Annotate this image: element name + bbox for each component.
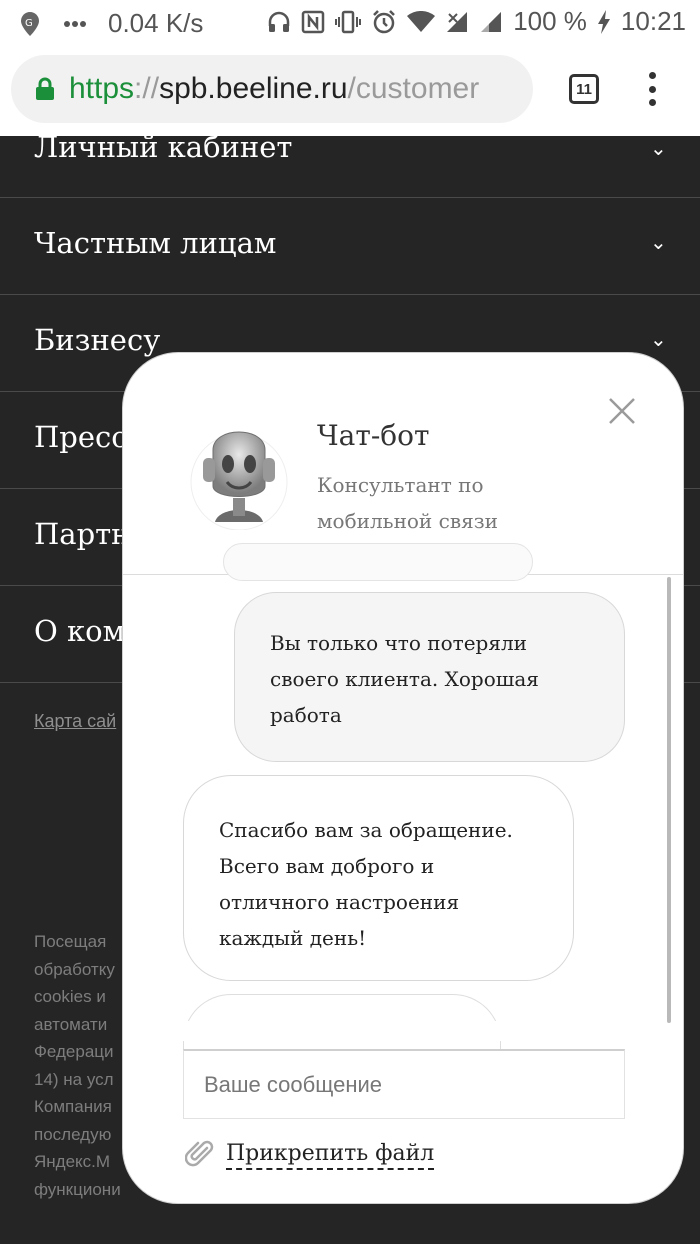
url-scheme: https [69,72,135,105]
status-bar: G 0.04 K/s 100 % 10:21 [0,0,700,44]
chevron-down-icon: ⌄ [650,138,667,160]
battery-level: 100 % [513,6,587,36]
close-icon[interactable] [606,395,638,427]
signal-crossed-icon [445,10,469,34]
message-line: Вы только что потеряли [270,631,527,655]
message-bubble-partial [223,543,533,581]
chevron-down-icon: ⌄ [650,329,667,351]
message-line: Всего вам доброго и [219,854,435,878]
message-list-fade [123,1021,663,1041]
url-separator: :// [134,72,160,105]
user-message: Вы только что потеряли своего клиента. Х… [234,592,625,762]
wifi-icon [407,10,436,33]
bot-avatar [185,418,293,531]
browser-menu-button[interactable] [642,72,662,106]
nav-item-label: Личный кабинет [34,130,293,164]
message-line: каждый день! [219,926,367,950]
message-input[interactable] [183,1049,625,1119]
message-list-scrollbar[interactable] [667,577,671,1023]
nav-item-individuals[interactable]: Частным лицам ⌄ [0,198,700,295]
message-line: своего клиента. Хорошая [270,667,539,691]
message-line: Спасибо вам за обращение. [219,818,513,842]
network-speed: 0.04 K/s [108,8,204,38]
nav-item-label: Бизнесу [34,323,161,357]
nav-item-label: О ком [34,614,126,648]
headphones-icon [267,10,291,34]
signal-icon [479,10,503,34]
svg-text:G: G [25,18,33,29]
url-path: /customer [347,72,480,105]
alarm-icon [371,9,397,35]
chat-dialog: Чат-бот Консультант по мобильной связи В… [122,352,684,1204]
bot-name: Чат-бот [317,419,430,452]
chevron-down-icon: ⌄ [650,232,667,254]
message-line: работа [270,703,342,727]
nav-item-label: Частным лицам [34,226,277,260]
more-notifications-icon [64,20,86,28]
attach-file-link[interactable]: Прикрепить файл [226,1141,435,1170]
sitemap-link[interactable]: Карта сай [34,711,116,732]
nav-item-personal-account[interactable]: Личный кабинет ⌄ [0,130,700,198]
browser-toolbar: https://spb.beeline.ru/customer 11 [0,44,700,136]
tab-switcher-button[interactable]: 11 [569,74,599,104]
bot-message: Спасибо вам за обращение. Всего вам добр… [183,775,574,981]
charging-icon [597,9,611,34]
vibrate-icon [335,10,362,34]
nfc-icon [301,10,325,34]
address-bar[interactable]: https://spb.beeline.ru/customer [11,55,533,123]
tab-count: 11 [576,80,592,98]
maps-notification-icon: G [18,11,42,37]
paperclip-icon[interactable] [184,1139,215,1169]
clock: 10:21 [620,6,686,36]
message-line: отличного настроения [219,890,460,914]
nav-item-label: Партн [34,517,131,551]
lock-icon [35,77,55,101]
bot-description: Консультант по мобильной связи [317,473,498,533]
url-host: spb.beeline.ru [159,72,348,105]
nav-item-label: Пресс [34,420,128,454]
